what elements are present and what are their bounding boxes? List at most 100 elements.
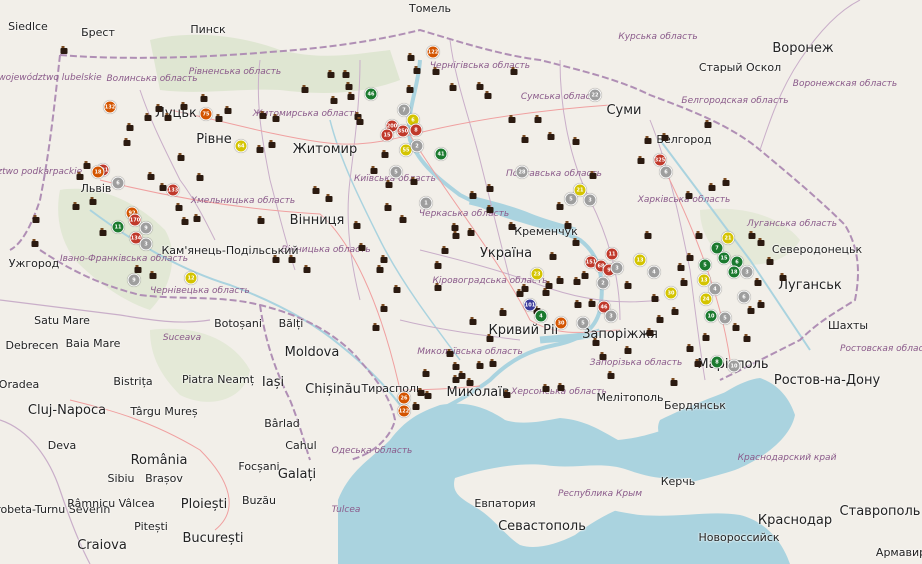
factory-icon[interactable] [89,197,97,205]
factory-icon[interactable] [441,246,449,254]
factory-icon[interactable] [508,222,516,230]
factory-icon[interactable] [486,205,494,213]
factory-icon[interactable] [325,194,333,202]
map-canvas[interactable]: województwo lubelskie Волинська область Рі… [0,0,922,564]
factory-icon[interactable] [661,133,669,141]
factory-icon[interactable] [370,166,378,174]
factory-icon[interactable] [588,299,596,307]
factory-icon[interactable] [677,263,685,271]
factory-icon[interactable] [99,228,107,236]
factory-icon[interactable] [159,183,167,191]
factory-icon[interactable] [384,203,392,211]
factory-icon[interactable] [356,117,364,125]
cluster-marker[interactable]: 23 [530,267,544,281]
cluster-marker[interactable]: 28 [515,165,529,179]
factory-icon[interactable] [353,221,361,229]
cluster-marker[interactable]: 350 [396,124,410,138]
factory-icon[interactable] [434,261,442,269]
cluster-marker[interactable]: 5 [389,165,403,179]
cluster-marker[interactable]: 15 [380,128,394,142]
factory-icon[interactable] [268,140,276,148]
factory-icon[interactable] [695,231,703,239]
cluster-marker[interactable]: 24 [699,292,713,306]
factory-icon[interactable] [412,402,420,410]
factory-icon[interactable] [686,344,694,352]
factory-icon[interactable] [469,191,477,199]
cluster-marker[interactable]: 6 [737,290,751,304]
factory-icon[interactable] [516,289,524,297]
cluster-marker[interactable]: 30 [664,286,678,300]
factory-icon[interactable] [686,253,694,261]
factory-icon[interactable] [177,153,185,161]
cluster-marker[interactable]: 3 [583,193,597,207]
factory-icon[interactable] [685,191,693,199]
factory-icon[interactable] [147,172,155,180]
factory-icon[interactable] [372,323,380,331]
cluster-marker[interactable]: 46 [364,87,378,101]
factory-icon[interactable] [572,238,580,246]
cluster-marker[interactable]: 5 [718,311,732,325]
factory-icon[interactable] [215,114,223,122]
cluster-marker[interactable]: 3 [139,237,153,251]
factory-icon[interactable] [312,186,320,194]
factory-icon[interactable] [381,150,389,158]
factory-icon[interactable] [446,349,454,357]
factory-icon[interactable] [406,85,414,93]
factory-icon[interactable] [288,255,296,263]
factory-icon[interactable] [510,67,518,75]
factory-icon[interactable] [766,257,774,265]
cluster-marker[interactable]: 132 [103,100,117,114]
factory-icon[interactable] [637,156,645,164]
factory-icon[interactable] [83,161,91,169]
factory-icon[interactable] [144,113,152,121]
factory-icon[interactable] [486,334,494,342]
factory-icon[interactable] [469,317,477,325]
factory-icon[interactable] [542,384,550,392]
factory-icon[interactable] [458,371,466,379]
factory-icon[interactable] [303,265,311,273]
cluster-marker[interactable]: 18 [727,265,741,279]
cluster-marker[interactable]: 2 [410,139,424,153]
factory-icon[interactable] [732,323,740,331]
factory-icon[interactable] [126,123,134,131]
cluster-marker[interactable]: 22 [588,88,602,102]
factory-icon[interactable] [32,215,40,223]
factory-icon[interactable] [342,70,350,78]
cluster-marker[interactable]: 3 [604,309,618,323]
cluster-marker[interactable]: 41 [434,147,448,161]
cluster-marker[interactable]: 3 [740,265,754,279]
cluster-marker[interactable]: 13 [633,253,647,267]
factory-icon[interactable] [499,308,507,316]
factory-icon[interactable] [589,171,597,179]
cluster-marker[interactable]: 6 [659,165,673,179]
factory-icon[interactable] [556,276,564,284]
factory-icon[interactable] [599,352,607,360]
factory-icon[interactable] [31,239,39,247]
cluster-marker[interactable]: 30 [554,316,568,330]
factory-icon[interactable] [573,277,581,285]
factory-icon[interactable] [410,177,418,185]
cluster-marker[interactable]: 2 [596,276,610,290]
factory-icon[interactable] [434,283,442,291]
factory-icon[interactable] [484,91,492,99]
factory-icon[interactable] [380,304,388,312]
factory-icon[interactable] [545,281,553,289]
factory-icon[interactable] [542,288,550,296]
factory-icon[interactable] [644,231,652,239]
cluster-marker[interactable]: 4 [534,309,548,323]
cluster-marker[interactable]: 15 [717,251,731,265]
factory-icon[interactable] [164,113,172,121]
factory-icon[interactable] [134,265,142,273]
factory-icon[interactable] [489,359,497,367]
factory-icon[interactable] [508,115,516,123]
cluster-marker[interactable]: 5 [698,258,712,272]
factory-icon[interactable] [644,136,652,144]
factory-icon[interactable] [449,83,457,91]
factory-icon[interactable] [743,334,751,342]
factory-icon[interactable] [704,120,712,128]
factory-icon[interactable] [155,104,163,112]
factory-icon[interactable] [708,183,716,191]
factory-icon[interactable] [413,66,421,74]
factory-icon[interactable] [574,300,582,308]
factory-icon[interactable] [581,271,589,279]
